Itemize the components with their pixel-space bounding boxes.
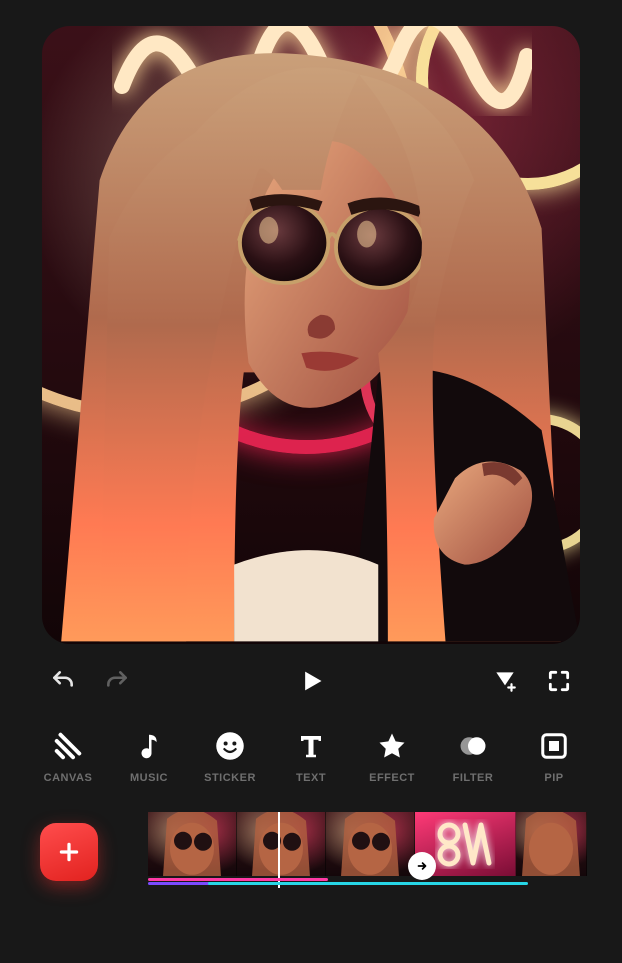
tool-sticker[interactable]: STICKER [196, 730, 264, 784]
filter-icon [458, 731, 488, 761]
timeline-clip[interactable] [148, 812, 237, 876]
tool-text[interactable]: TEXT [277, 730, 345, 784]
tool-pip[interactable]: PIP [520, 730, 588, 784]
text-icon [296, 731, 326, 761]
add-clip-button[interactable] [40, 823, 98, 881]
tool-label: EFFECT [369, 772, 415, 784]
redo-icon [104, 668, 130, 694]
triangle-plus-icon [492, 668, 518, 694]
tool-label: CANVAS [44, 772, 93, 784]
playhead[interactable] [278, 812, 280, 888]
tool-canvas[interactable]: CANVAS [34, 730, 102, 784]
fullscreen-icon [546, 668, 572, 694]
tool-bar: CANVAS MUSIC STICKER TEXT EFFECT FILTER … [0, 706, 622, 784]
tool-label: FILTER [453, 772, 494, 784]
tool-effect[interactable]: EFFECT [358, 730, 426, 784]
timeline-clip[interactable] [516, 812, 587, 876]
video-preview[interactable] [42, 26, 580, 644]
track-segment[interactable] [148, 878, 328, 881]
play-icon [297, 667, 325, 695]
transition-button[interactable] [408, 852, 436, 880]
tool-label: MUSIC [130, 772, 168, 784]
audio-tracks [148, 878, 622, 886]
music-icon [134, 731, 164, 761]
timeline-clip[interactable] [326, 812, 415, 876]
timeline-clip[interactable] [237, 812, 326, 876]
canvas-icon [53, 731, 83, 761]
tool-label: PIP [544, 772, 563, 784]
clip-track[interactable] [148, 812, 622, 892]
undo-icon [50, 668, 76, 694]
sticker-icon [215, 731, 245, 761]
undo-button[interactable] [48, 666, 78, 696]
plus-icon [56, 839, 82, 865]
fullscreen-button[interactable] [544, 666, 574, 696]
redo-button[interactable] [102, 666, 132, 696]
arrow-right-icon [415, 859, 429, 873]
play-button[interactable] [296, 666, 326, 696]
timeline [0, 812, 622, 892]
tool-filter[interactable]: FILTER [439, 730, 507, 784]
tool-label: STICKER [204, 772, 256, 784]
tool-label: TEXT [296, 772, 326, 784]
track-segment[interactable] [208, 882, 528, 885]
subject-illustration [42, 26, 580, 644]
add-marker-button[interactable] [490, 666, 520, 696]
tool-music[interactable]: MUSIC [115, 730, 183, 784]
transport-bar [0, 644, 622, 706]
pip-icon [539, 731, 569, 761]
star-icon [377, 731, 407, 761]
